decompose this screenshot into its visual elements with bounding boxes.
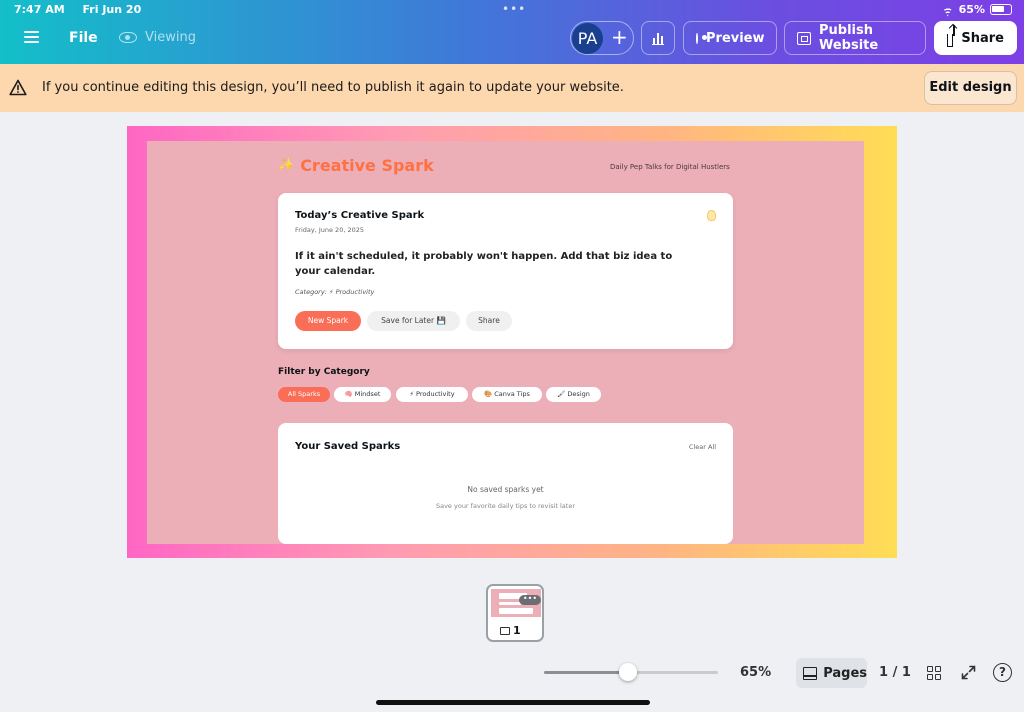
help-icon[interactable]: ?	[993, 663, 1012, 682]
share-spark-button[interactable]: Share	[466, 311, 512, 331]
more-options-icon[interactable]: •••	[519, 595, 541, 605]
grid-view-icon[interactable]	[927, 666, 941, 680]
brand-title: ✨ Creative Spark	[278, 156, 434, 175]
page-thumbnail[interactable]: ••• 1	[486, 584, 544, 642]
chip-all-sparks[interactable]: All Sparks	[278, 387, 330, 402]
status-bar-right: 65%	[942, 3, 1012, 16]
home-indicator[interactable]	[376, 700, 650, 705]
saved-title: Your Saved Sparks	[295, 441, 401, 452]
card-date: Friday, June 20, 2025	[295, 226, 364, 234]
thumbnail-page-number: 1	[500, 624, 521, 637]
tagline: Daily Pep Talks for Digital Hustlers	[610, 163, 730, 171]
publish-label: Publish Website	[818, 23, 879, 53]
status-date: Fri Jun 20	[82, 3, 142, 16]
card-title: Today’s Creative Spark	[295, 210, 425, 221]
empty-state-title: No saved sparks yet	[467, 485, 544, 494]
preview-label: Preview	[706, 30, 765, 46]
multitask-dots-icon[interactable]: •••	[502, 2, 526, 16]
spark-quote: If it ain't scheduled, it probably won't…	[295, 251, 673, 277]
pages-icon	[803, 666, 818, 680]
publish-website-button[interactable]: Publish Website	[784, 21, 926, 55]
file-menu-button[interactable]: File	[69, 30, 98, 46]
website-icon	[797, 31, 811, 45]
brand-name: Creative Spark	[300, 156, 434, 175]
page-counter: 1 / 1	[879, 665, 911, 680]
preview-button[interactable]: Preview	[683, 21, 777, 55]
status-bar-left: 7:47 AM Fri Jun 20	[14, 3, 155, 16]
share-icon	[947, 24, 956, 47]
status-time: 7:47 AM	[14, 3, 65, 16]
eye-icon	[119, 32, 137, 43]
zoom-slider-fill	[544, 671, 628, 674]
wifi-icon	[942, 5, 954, 15]
add-collaborator-icon[interactable]: +	[611, 25, 628, 49]
website-icon	[500, 626, 510, 635]
save-for-later-button[interactable]: Save for Later 💾	[367, 311, 460, 331]
new-spark-button[interactable]: New Spark	[295, 311, 361, 331]
eye-icon	[696, 32, 707, 44]
menu-icon[interactable]	[24, 31, 39, 43]
sparkle-icon: ✨	[278, 158, 295, 173]
chip-canva-tips[interactable]: 🎨 Canva Tips	[472, 387, 542, 402]
filter-heading: Filter by Category	[278, 367, 370, 377]
zoom-level[interactable]: 65%	[740, 665, 771, 680]
fullscreen-icon[interactable]	[961, 665, 976, 680]
pages-label: Pages	[823, 665, 867, 681]
chip-mindset[interactable]: 🧠 Mindset	[334, 387, 391, 402]
top-toolbar: 7:47 AM Fri Jun 20 ••• 65% File Viewing …	[0, 0, 1024, 64]
saved-sparks-card: Your Saved Sparks Clear All No saved spa…	[278, 423, 733, 544]
empty-state-subtitle: Save your favorite daily tips to revisit…	[435, 502, 576, 510]
chip-productivity[interactable]: ⚡ Productivity	[396, 387, 468, 402]
daily-spark-card: Today’s Creative Spark Friday, June 20, …	[278, 193, 733, 349]
republish-warning-banner: If you continue editing this design, you…	[0, 64, 1024, 112]
lightbulb-icon	[707, 210, 716, 221]
zoom-slider-handle[interactable]	[618, 663, 637, 681]
avatar[interactable]: PA	[572, 23, 603, 54]
battery-percent: 65%	[958, 3, 985, 16]
page-number: 1	[513, 624, 521, 637]
viewing-mode-indicator[interactable]: Viewing	[119, 30, 196, 45]
share-button[interactable]: Share	[934, 21, 1017, 55]
website-page: ✨ Creative Spark Daily Pep Talks for Dig…	[147, 141, 864, 544]
battery-icon	[990, 4, 1012, 15]
clear-all-link[interactable]: Clear All	[689, 443, 716, 451]
bar-chart-icon	[652, 32, 664, 45]
banner-message: If you continue editing this design, you…	[42, 80, 624, 95]
design-canvas[interactable]: ✨ Creative Spark Daily Pep Talks for Dig…	[127, 126, 897, 558]
share-label: Share	[961, 30, 1004, 46]
spark-category: Category: ⚡ Productivity	[295, 288, 375, 296]
viewing-label: Viewing	[145, 30, 196, 45]
insights-button[interactable]	[641, 21, 675, 55]
collaborators-group[interactable]: PA +	[570, 21, 634, 55]
warning-icon	[9, 79, 27, 96]
chip-design[interactable]: 🖌 Design	[546, 387, 601, 402]
edit-design-button[interactable]: Edit design	[924, 71, 1017, 105]
pages-button[interactable]: Pages	[796, 658, 867, 688]
